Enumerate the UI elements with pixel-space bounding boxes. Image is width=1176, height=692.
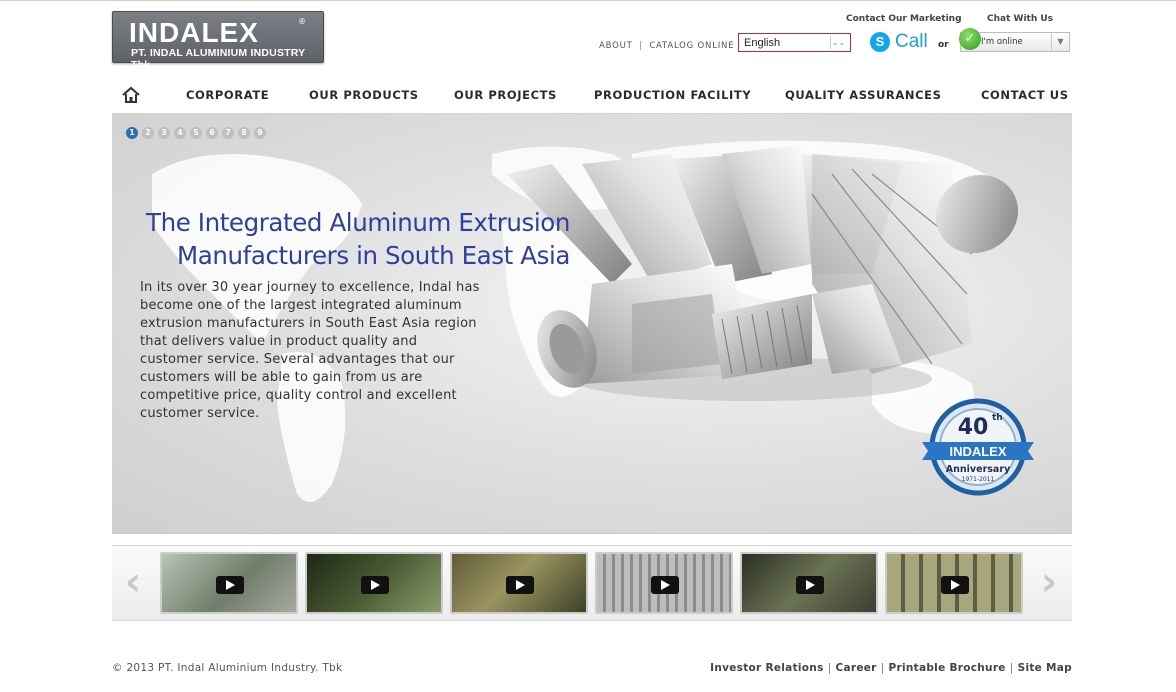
or-label: or (938, 40, 949, 50)
nav-corporate[interactable]: CORPORATE (186, 88, 269, 102)
hero-title-line-1: The Integrated Aluminum Extrusion (146, 208, 570, 237)
divider: | (827, 662, 832, 674)
play-icon (361, 576, 389, 594)
copyright: © 2013 PT. Indal Aluminium Industry. Tbk (112, 662, 343, 674)
nav-quality-assurances[interactable]: QUALITY ASSURANCES (785, 88, 942, 102)
chevron-down-icon: ▼ (1051, 33, 1069, 51)
play-icon (506, 576, 534, 594)
chevron-down-icon: ⌄⌄ (830, 36, 846, 49)
hero-title: The Integrated Aluminum Extrusion Manufa… (140, 206, 570, 272)
hero-title-line-2: Manufacturers in South East Asia (177, 241, 570, 270)
language-select[interactable]: English ⌄⌄ (738, 33, 851, 52)
checkmark-icon: ✓ (959, 28, 981, 50)
career-link[interactable]: Career (835, 662, 876, 674)
video-thumbnail[interactable] (305, 552, 443, 614)
badge-label: Anniversary (946, 464, 1011, 475)
chat-with-us-label: Chat With Us (987, 14, 1054, 24)
badge-suffix: th (992, 413, 1003, 423)
nav-contact-us[interactable]: CONTACT US (981, 88, 1069, 102)
investor-relations-link[interactable]: Investor Relations (710, 662, 824, 674)
slide-dot[interactable]: 7 (222, 127, 234, 139)
top-border (0, 0, 1176, 1)
contact-marketing-label: Contact Our Marketing (846, 14, 962, 24)
anniversary-badge: 40 th INDALEX Anniversary 1971-2011 (922, 398, 1034, 496)
play-icon (941, 576, 969, 594)
video-carousel: ‹ › (112, 545, 1072, 621)
language-value: English (744, 37, 781, 49)
call-label: Call (895, 31, 928, 52)
nav-our-projects[interactable]: OUR PROJECTS (454, 88, 557, 102)
divider: | (639, 41, 643, 51)
logo-company: PT. INDAL ALUMINIUM INDUSTRY Tbk. (131, 47, 306, 71)
hero-body: In its over 30 year journey to excellenc… (140, 280, 480, 421)
divider: | (1009, 662, 1014, 674)
slide-indicators: 1 2 3 4 5 6 7 8 9 (126, 127, 266, 139)
badge-years: 40 (958, 415, 989, 440)
online-status-button[interactable]: ✓ I'm online ▼ (959, 28, 1070, 52)
video-thumbnail[interactable] (160, 552, 298, 614)
indalex-logo[interactable]: INDALEX ® PT. INDAL ALUMINIUM INDUSTRY T… (112, 11, 324, 71)
video-thumbnail[interactable] (595, 552, 733, 614)
skype-call-button[interactable]: S Call (870, 30, 928, 54)
hero-banner: 1 2 3 4 5 6 7 8 9 The Integrated Aluminu… (112, 114, 1072, 534)
registered-mark: ® (298, 17, 306, 26)
home-icon[interactable] (122, 86, 140, 104)
about-link[interactable]: ABOUT (599, 41, 633, 51)
divider: | (880, 662, 885, 674)
slide-dot[interactable]: 2 (142, 127, 154, 139)
slide-dot[interactable]: 1 (126, 127, 138, 139)
nav-production-facility[interactable]: PRODUCTION FACILITY (594, 88, 751, 102)
badge-range: 1971-2011 (962, 476, 995, 483)
video-thumbnail[interactable] (450, 552, 588, 614)
printable-brochure-link[interactable]: Printable Brochure (889, 662, 1006, 674)
play-icon (216, 576, 244, 594)
badge-brand: INDALEX (949, 444, 1006, 459)
nav-our-products[interactable]: OUR PRODUCTS (309, 88, 419, 102)
carousel-prev-icon[interactable]: ‹ (118, 562, 148, 604)
slide-dot[interactable]: 6 (206, 127, 218, 139)
slide-dot[interactable]: 3 (158, 127, 170, 139)
slide-dot[interactable]: 8 (238, 127, 250, 139)
slide-dot[interactable]: 9 (254, 127, 266, 139)
logo-brand: INDALEX (129, 17, 259, 48)
slide-dot[interactable]: 4 (174, 127, 186, 139)
main-nav: CORPORATE OUR PRODUCTS OUR PROJECTS PROD… (112, 76, 1072, 114)
site-map-link[interactable]: Site Map (1018, 662, 1072, 674)
video-thumbnail[interactable] (740, 552, 878, 614)
play-icon (651, 576, 679, 594)
video-thumbnail[interactable] (885, 552, 1023, 614)
slide-dot[interactable]: 5 (190, 127, 202, 139)
skype-icon: S (870, 32, 890, 52)
online-status-label: I'm online (981, 37, 1023, 47)
catalog-link[interactable]: CATALOG ONLINE (649, 41, 734, 51)
footer-links: Investor Relations | Career | Printable Broc… (710, 662, 1072, 674)
top-links: ABOUT | CATALOG ONLINE (599, 41, 734, 51)
play-icon (796, 576, 824, 594)
carousel-next-icon[interactable]: › (1034, 562, 1064, 604)
